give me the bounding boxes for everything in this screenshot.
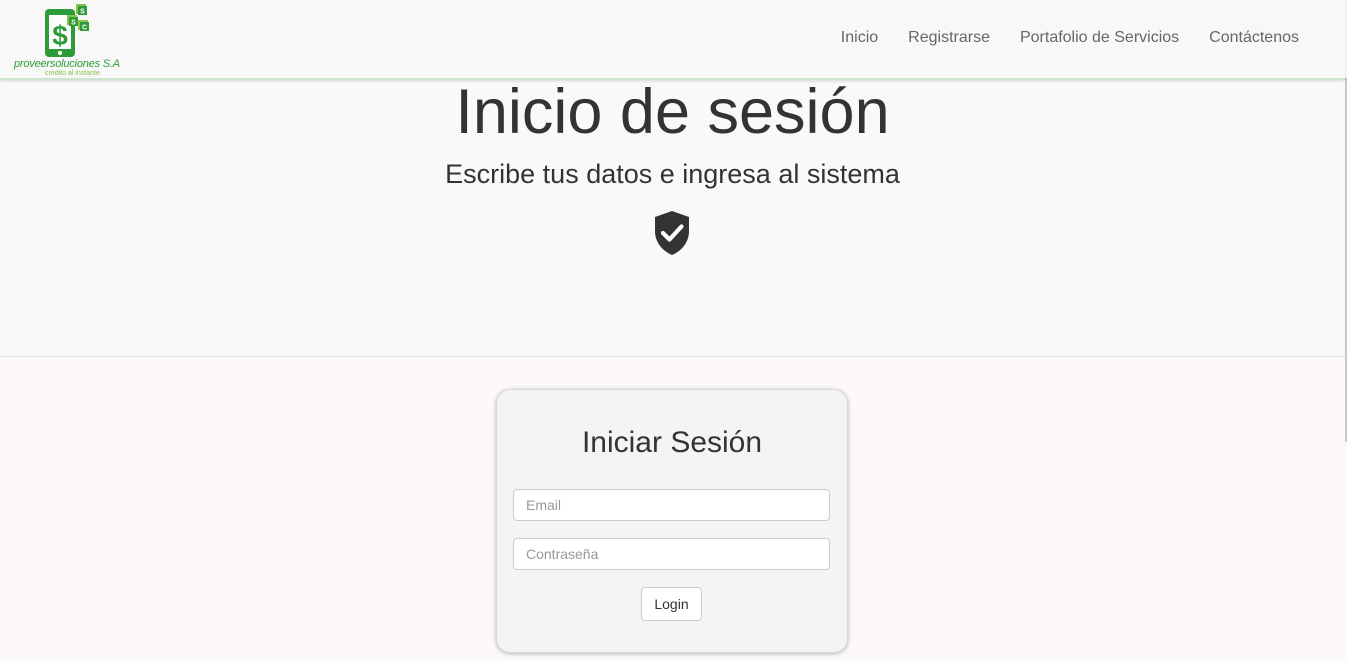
main-nav: Inicio Registrarse Portafolio de Servici… <box>826 28 1314 48</box>
page-title: Inicio de sesión <box>455 77 890 147</box>
email-field[interactable] <box>513 489 830 521</box>
brand-tagline: credito al instante. <box>45 70 102 77</box>
svg-text:S: S <box>71 20 76 27</box>
shield-check-icon <box>655 211 689 255</box>
login-button[interactable]: Login <box>641 587 702 621</box>
password-field[interactable] <box>513 538 830 570</box>
svg-text:S: S <box>80 9 85 16</box>
login-card: Iniciar Sesión Login <box>496 389 848 653</box>
brand-name: proveersoluciones S.A <box>14 58 120 70</box>
hero-section: Inicio de sesión Escribe tus datos e ing… <box>0 77 1345 357</box>
svg-text:C: C <box>82 25 87 32</box>
nav-link-inicio[interactable]: Inicio <box>826 28 893 48</box>
navbar: $ S S C proveersoluciones S.A credito al… <box>0 0 1345 80</box>
login-card-title: Iniciar Sesión <box>581 426 763 459</box>
svg-text:$: $ <box>52 20 68 51</box>
page-subtitle: Escribe tus datos e ingresa al sistema <box>445 159 900 189</box>
nav-link-portafolio[interactable]: Portafolio de Servicios <box>1005 28 1194 48</box>
nav-link-contactenos[interactable]: Contáctenos <box>1194 28 1314 48</box>
nav-link-registrarse[interactable]: Registrarse <box>893 28 1005 48</box>
